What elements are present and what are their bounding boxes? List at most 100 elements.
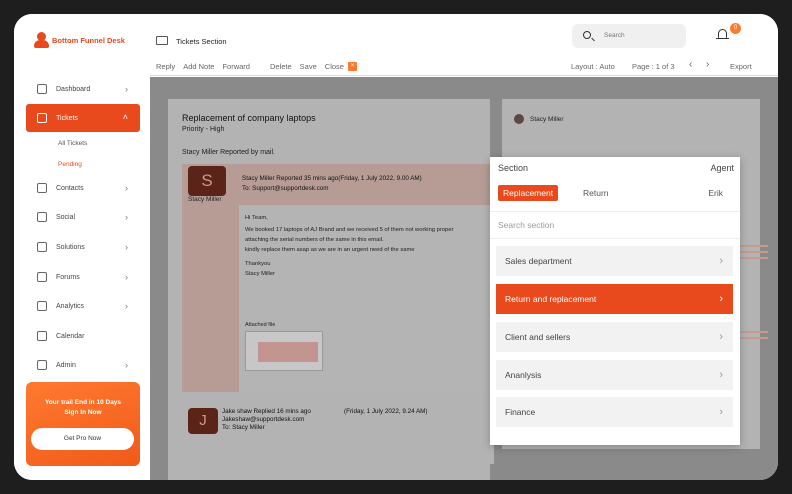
sidebar-item-social[interactable]: Social ›	[26, 204, 140, 230]
avatar: J	[188, 408, 218, 434]
chevron-left-icon[interactable]: ‹	[689, 59, 692, 70]
calendar-icon	[37, 331, 47, 341]
reply-button[interactable]: Reply	[156, 62, 175, 71]
chevron-right-icon: ›	[125, 183, 128, 193]
option-label: Finance	[505, 407, 536, 417]
agent-name[interactable]: Erik	[703, 185, 728, 201]
ticket-icon	[37, 113, 47, 123]
option-label: Return and replacement	[505, 294, 597, 304]
brand-logo[interactable]: Bottom Funnel Desk	[34, 32, 125, 48]
body-line: Stacy Miller	[245, 271, 275, 277]
body-line: kindly replace them asap as we are in an…	[245, 247, 415, 253]
chevron-right-icon: ›	[125, 84, 128, 94]
reply-to: To: Stacy Miller	[222, 424, 265, 431]
sidebar-item-admin[interactable]: Admin ›	[26, 352, 140, 378]
get-pro-button[interactable]: Get Pro Now	[31, 428, 134, 450]
subnav-pending[interactable]: Pending	[58, 161, 82, 168]
sidebar-item-label: Dashboard	[56, 85, 91, 93]
option-label: Ananlysis	[505, 370, 542, 380]
agent-header: Agent	[710, 163, 734, 173]
chevron-right-icon: ›	[125, 212, 128, 222]
subnav-all-tickets[interactable]: All Tickets	[58, 140, 87, 147]
sidebar-item-solutions[interactable]: Solutions ›	[26, 234, 140, 260]
search-placeholder: Search section	[498, 220, 555, 230]
option-client-and-sellers[interactable]: Client and sellers ›	[496, 322, 733, 352]
option-finance[interactable]: Finance ›	[496, 397, 733, 427]
chevron-right-icon: ›	[125, 272, 128, 282]
attached-file-label: Attached file	[245, 322, 276, 328]
option-label: Sales department	[505, 256, 572, 266]
chevron-right-icon: ›	[719, 406, 723, 418]
option-analysis[interactable]: Ananlysis ›	[496, 360, 733, 390]
add-note-button[interactable]: Add Note	[183, 62, 214, 71]
body-line: Thankyou	[245, 261, 271, 267]
message-body: Hi Team, We booked 17 laptops of AJ Bran…	[239, 205, 494, 392]
sidebar-item-label: Tickets	[56, 114, 78, 122]
sidebar-item-analytics[interactable]: Analytics ›	[26, 293, 140, 319]
sidebar-item-calendar[interactable]: Calendar	[26, 323, 140, 349]
trial-promo-card: Your trail End in 10 Days Sign In Now Ge…	[26, 382, 140, 466]
tab-replacement[interactable]: Replacement	[498, 185, 559, 201]
promo-text: Your trail End in 10 Days Sign In Now	[44, 399, 122, 416]
section-search-input[interactable]: Search section	[490, 211, 740, 239]
sidebar-item-label: Forums	[56, 273, 80, 281]
option-return-and-replacement[interactable]: Return and replacement ›	[496, 284, 733, 314]
topbar: Tickets Section Search 0 Reply Add Note …	[150, 14, 778, 76]
avatar	[514, 114, 524, 124]
sidebar-item-contacts[interactable]: Contacts ›	[26, 175, 140, 201]
sidebar-item-forums[interactable]: Forums ›	[26, 264, 140, 290]
search-bar[interactable]: Search	[572, 24, 686, 48]
sidebar-item-tickets[interactable]: Tickets ˄	[26, 104, 140, 132]
search-input[interactable]: Search	[604, 32, 625, 39]
notification-badge: 0	[730, 23, 741, 34]
admin-icon	[37, 360, 47, 370]
page-title: Tickets Section	[176, 37, 227, 46]
detail-bar	[738, 245, 768, 247]
ticket-toolbar: Reply Add Note Forward Delete Save Close…	[156, 62, 365, 71]
ticket-title: Replacement of company laptops	[182, 113, 316, 123]
export-button[interactable]: Export	[730, 62, 752, 71]
contact-name: Stacy Miller	[530, 116, 564, 123]
close-icon[interactable]: ×	[347, 62, 357, 71]
chevron-up-icon: ˄	[122, 112, 128, 122]
save-button[interactable]: Save	[300, 62, 317, 71]
chevron-right-icon: ›	[719, 293, 723, 305]
detail-bar	[738, 337, 768, 339]
reply-date: (Friday, 1 July 2022, 9.24 AM)	[344, 408, 428, 415]
sidebar-item-label: Admin	[56, 361, 76, 369]
contacts-icon	[37, 183, 47, 193]
body-line: attaching the serial numbers of the same…	[245, 237, 384, 243]
delete-button[interactable]: Delete	[270, 62, 292, 71]
forums-icon	[37, 272, 47, 282]
ticket-panel: Replacement of company laptops Priority …	[168, 99, 494, 480]
chevron-right-icon[interactable]: ›	[706, 59, 709, 70]
detail-bar	[738, 331, 768, 333]
sidebar-item-label: Social	[56, 213, 76, 221]
reply-card: J Jake shaw Replied 16 mins ago (Friday,…	[182, 404, 494, 464]
message-header: Stacy Miller Reported 35 mins ago(Friday…	[242, 175, 422, 182]
option-sales-department[interactable]: Sales department ›	[496, 246, 733, 276]
social-icon	[37, 212, 47, 222]
sidebar-item-label: Contacts	[56, 184, 84, 192]
ticket-priority: Priority - High	[182, 126, 225, 133]
detail-bar	[738, 257, 768, 259]
forward-button[interactable]: Forward	[222, 62, 250, 71]
attachment-thumbnail[interactable]	[245, 331, 323, 371]
close-button[interactable]: Close	[325, 62, 344, 71]
tab-return[interactable]: Return	[578, 185, 614, 201]
chevron-right-icon: ›	[719, 369, 723, 381]
pagination-label: Page : 1 of 3	[632, 62, 675, 71]
body-line: Hi Team,	[245, 215, 268, 221]
reported-by: Stacy Miller Reported by mail.	[182, 149, 275, 156]
avatar-name: Stacy Miller	[188, 196, 222, 203]
chevron-right-icon: ›	[125, 301, 128, 311]
chevron-right-icon: ›	[125, 360, 128, 370]
sidebar-item-dashboard[interactable]: Dashboard ›	[26, 76, 140, 102]
detail-bar	[738, 251, 768, 253]
layout-selector[interactable]: Layout : Auto	[571, 62, 615, 71]
ticket-folder-icon	[156, 36, 168, 45]
solutions-icon	[37, 242, 47, 252]
sidebar: Bottom Funnel Desk Dashboard › Tickets ˄ A…	[14, 14, 150, 480]
bell-icon[interactable]	[716, 28, 729, 41]
analytics-icon	[37, 301, 47, 311]
